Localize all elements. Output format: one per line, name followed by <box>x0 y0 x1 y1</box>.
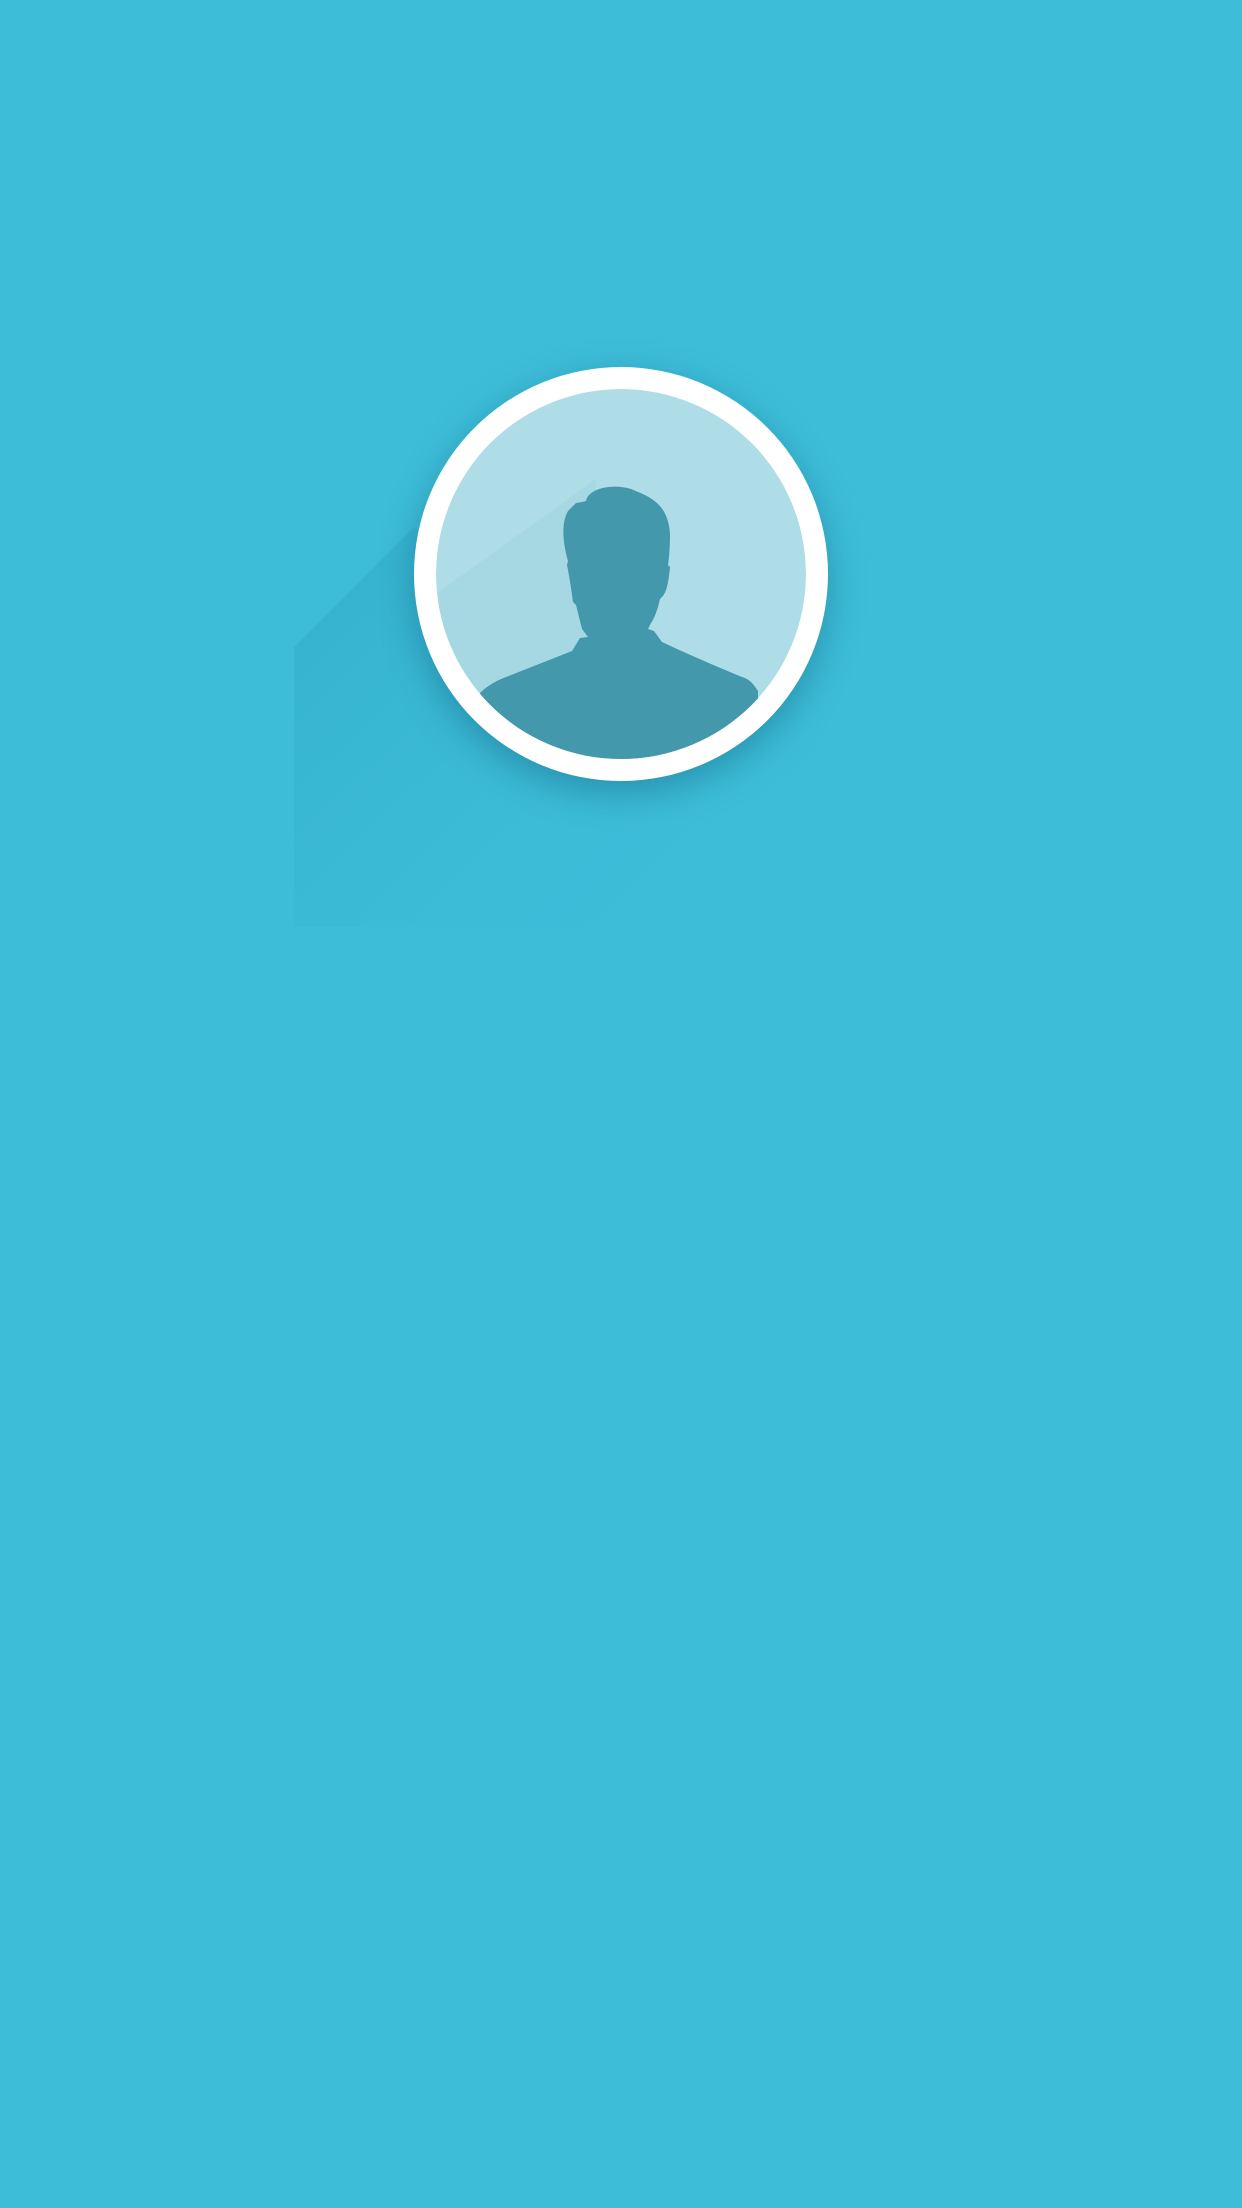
login-screen <box>0 0 1242 2208</box>
user-silhouette-icon <box>436 389 806 759</box>
avatar-image <box>436 389 806 759</box>
avatar <box>294 367 828 927</box>
